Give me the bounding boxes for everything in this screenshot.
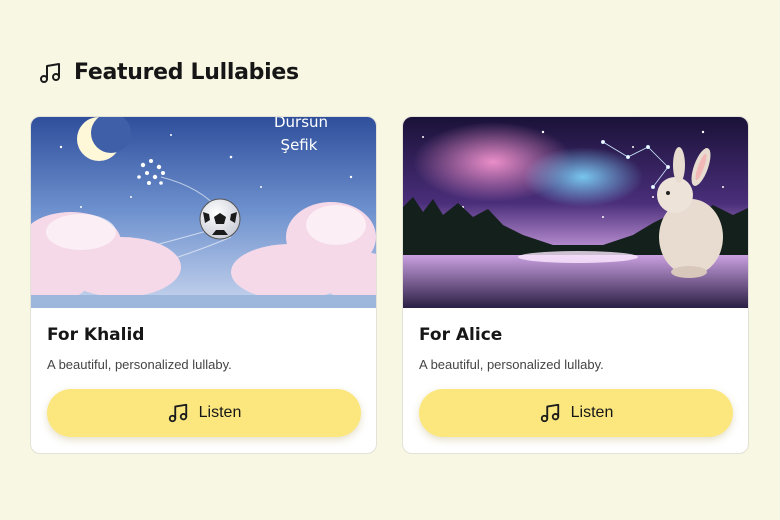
lullaby-card-alice[interactable]: For Alice A beautiful, personalized lull… [402,116,749,454]
card-description: A beautiful, personalized lullaby. [47,357,232,372]
card-title: For Alice [419,325,503,345]
card-title: For Khalid [47,325,145,345]
section-header: Featured Lullabies [38,60,299,85]
lullaby-art-image [403,117,748,308]
listen-button[interactable]: Listen [47,389,361,437]
art-text-name: Dursun [274,117,328,131]
music-note-icon [38,61,62,85]
lullaby-art-image: Dursun Şefik [31,117,376,308]
listen-label: Listen [198,404,242,421]
card-description: A beautiful, personalized lullaby. [419,357,604,372]
listen-button[interactable]: Listen [419,389,733,437]
lullaby-card-khalid[interactable]: Dursun Şefik For Khalid A beautiful, per… [30,116,377,454]
art-text-surname: Şefik [281,136,318,154]
section-title: Featured Lullabies [74,60,299,85]
music-note-icon [539,402,561,424]
music-note-icon [167,402,189,424]
listen-label: Listen [570,404,614,421]
